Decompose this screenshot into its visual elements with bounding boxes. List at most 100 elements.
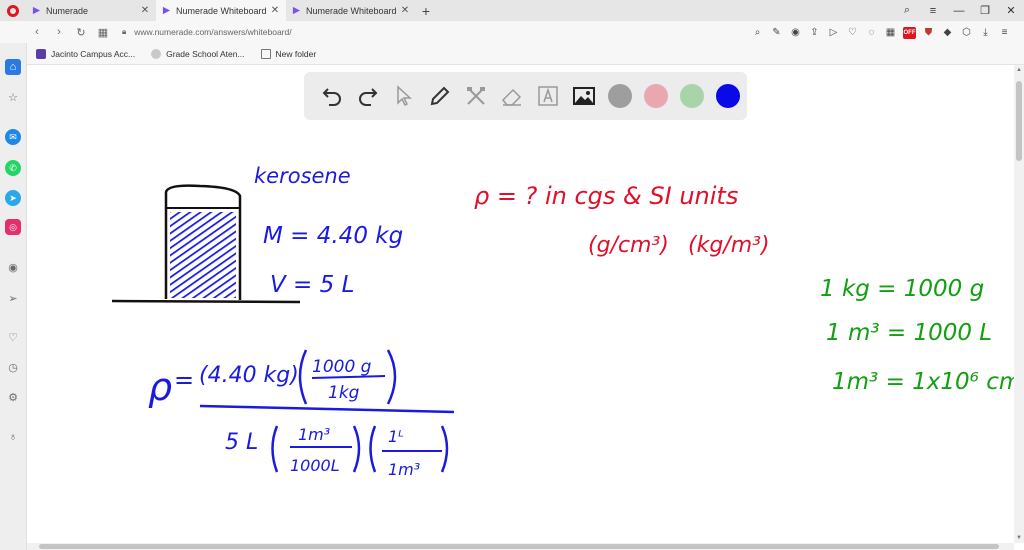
color-swatch-blue[interactable] [710, 78, 746, 114]
telegram-icon[interactable]: ➤ [5, 190, 21, 206]
image-tool-button[interactable] [566, 78, 602, 114]
browser-window: Numerade ✕ Numerade Whiteboard ✕ Numerad… [0, 0, 1024, 550]
swatch-gray [608, 84, 632, 108]
undo-icon [322, 88, 341, 106]
whiteboard-canvas[interactable] [27, 65, 1024, 550]
palette-icon[interactable]: ◌ [862, 27, 881, 38]
forward-icon[interactable]: › [48, 26, 70, 38]
pen-icon [430, 86, 450, 106]
numerade-favicon-icon [292, 6, 301, 15]
scroll-down-icon[interactable]: ▼ [1014, 533, 1024, 543]
vertical-scroll-thumb[interactable] [1016, 81, 1022, 161]
vertical-scrollbar[interactable]: ▲ ▼ [1014, 65, 1024, 543]
cube-icon[interactable]: ⬡ [957, 27, 976, 38]
share-icon[interactable]: ⇪ [805, 27, 824, 38]
color-swatch-pink[interactable] [638, 78, 674, 114]
new-tab-button[interactable]: + [416, 0, 436, 21]
text-tool-icon [538, 86, 558, 106]
star-icon[interactable]: ☆ [5, 89, 21, 105]
close-window-icon[interactable]: ✕ [998, 4, 1024, 17]
player-icon[interactable]: ◉ [5, 259, 21, 275]
whiteboard-toolbar [304, 72, 747, 120]
adblock-badge: OFF [903, 26, 916, 39]
tab-numerade[interactable]: Numerade ✕ [26, 0, 156, 21]
bookmark-heart-icon[interactable]: ♡ [843, 27, 862, 38]
undo-button[interactable] [314, 78, 350, 114]
whatsapp-icon[interactable]: ✆ [5, 160, 21, 176]
tools-button[interactable] [458, 78, 494, 114]
vpn-icon[interactable]: ◆ [938, 27, 957, 38]
messenger-icon[interactable]: ✉ [5, 129, 21, 145]
bookmark-label: New folder [275, 48, 317, 59]
grid-icon[interactable]: ▦ [881, 27, 900, 38]
eraser-tool-button[interactable] [494, 78, 530, 114]
download-icon[interactable]: ⤓ [976, 27, 995, 38]
search-page-icon[interactable]: ⌕ [748, 27, 767, 38]
tab-label: Numerade Whiteboard [176, 5, 267, 16]
redo-button[interactable] [350, 78, 386, 114]
history-icon[interactable]: ◷ [5, 359, 21, 375]
tools-icon [467, 87, 485, 105]
horizontal-scrollbar[interactable] [27, 543, 1014, 550]
extensions-area: ⌕ ✎ ◉ ⇪ ▷ ♡ ◌ ▦ OFF ⛊ ◆ ⬡ ⤓ ≡ [748, 26, 1014, 39]
minimize-icon[interactable]: — [946, 5, 972, 17]
pen-tool-button[interactable] [422, 78, 458, 114]
color-swatch-green[interactable] [674, 78, 710, 114]
camera-icon[interactable]: ◉ [786, 27, 805, 38]
adblock-icon[interactable]: OFF [900, 26, 919, 39]
bookmark-label: Grade School Aten... [166, 48, 245, 59]
redo-icon [359, 88, 378, 106]
swatch-blue [716, 84, 740, 108]
scroll-up-icon[interactable]: ▲ [1014, 65, 1024, 75]
tab-strip: Numerade ✕ Numerade Whiteboard ✕ Numerad… [0, 0, 1024, 21]
instagram-icon[interactable]: ◎ [5, 219, 21, 235]
lock-icon: 🔒︎ [122, 27, 127, 36]
select-pointer-icon [397, 85, 412, 107]
tab-close-icon[interactable]: ✕ [400, 5, 410, 16]
tab-menu-icon[interactable]: ≡ [920, 5, 946, 17]
opera-logo-icon [7, 4, 19, 17]
tab-label: Numerade [46, 5, 89, 16]
menu-icon[interactable]: ≡ [995, 27, 1014, 38]
bookmark-jacinto[interactable]: Jacinto Campus Acc... [36, 48, 136, 59]
tab-close-icon[interactable]: ✕ [140, 5, 150, 16]
address-bar: ‹ › ↻ ▦ 🔒︎ www.numerade.com/answers/whit… [0, 21, 1024, 43]
settings-icon[interactable]: ⚙ [5, 389, 21, 405]
url-field[interactable]: 🔒︎ www.numerade.com/answers/whiteboard/ [122, 24, 702, 40]
bookmarks-bar: Jacinto Campus Acc... Grade School Aten.… [0, 43, 1024, 65]
image-icon [573, 87, 595, 105]
restore-icon[interactable]: ❐ [972, 4, 998, 17]
window-controls: ⌕ ≡ — ❐ ✕ [894, 0, 1024, 21]
numerade-favicon-icon [162, 6, 171, 15]
tab-numerade-whiteboard[interactable]: Numerade Whiteboard ✕ [286, 0, 416, 21]
bookmark-favicon-icon [36, 48, 46, 59]
home-icon[interactable]: ⌂ [5, 59, 21, 75]
select-tool-button[interactable] [386, 78, 422, 114]
bookmark-label: Jacinto Campus Acc... [51, 48, 136, 59]
swatch-pink [644, 84, 668, 108]
search-tabs-icon[interactable]: ⌕ [894, 4, 920, 17]
send-icon[interactable]: ➢ [5, 290, 21, 306]
color-swatch-gray[interactable] [602, 78, 638, 114]
edit-icon[interactable]: ✎ [767, 27, 786, 38]
heart-icon[interactable]: ♡ [5, 329, 21, 345]
bookmark-favicon-icon [151, 48, 162, 59]
back-icon[interactable]: ‹ [26, 26, 48, 38]
bookmark-new-folder[interactable]: New folder [260, 48, 317, 59]
folder-icon [260, 48, 271, 59]
horizontal-scroll-thumb[interactable] [39, 544, 999, 549]
lightbulb-icon[interactable]: ♁ [5, 429, 21, 445]
opera-menu-button[interactable] [0, 0, 26, 21]
shield-icon[interactable]: ⛊ [919, 27, 938, 38]
sidebar: ⌂ ☆ ✉ ✆ ➤ ◎ ◉ ➢ ♡ ◷ ⚙ ♁ [0, 43, 27, 550]
swatch-green [680, 84, 704, 108]
bookmark-grade-school[interactable]: Grade School Aten... [151, 48, 245, 59]
tab-close-icon[interactable]: ✕ [270, 5, 280, 16]
play-icon[interactable]: ▷ [824, 27, 843, 38]
tab-numerade-whiteboard-active[interactable]: Numerade Whiteboard ✕ [156, 0, 286, 21]
text-tool-button[interactable] [530, 78, 566, 114]
numerade-favicon-icon [32, 6, 41, 15]
speed-dial-icon[interactable]: ▦ [92, 26, 114, 39]
reload-icon[interactable]: ↻ [70, 26, 92, 39]
tab-label: Numerade Whiteboard [306, 5, 397, 16]
